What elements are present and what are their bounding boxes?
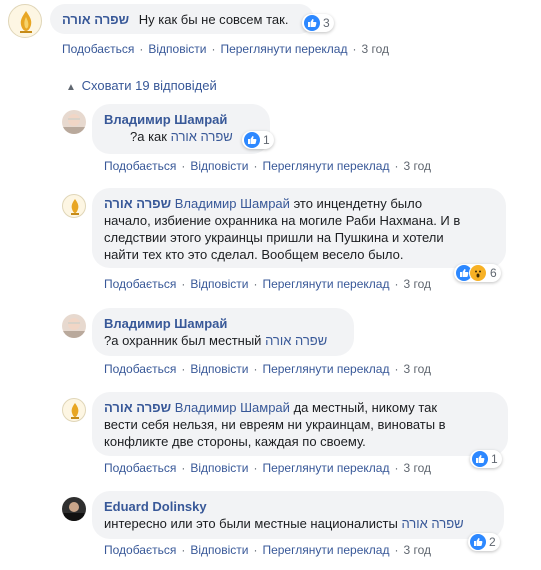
comment-actions: Подобається · Відповісти · Переглянути перек… — [104, 362, 432, 376]
reaction-summary[interactable]: 1 — [470, 450, 502, 468]
like-button[interactable]: Подобається — [104, 362, 176, 376]
reaction-count: 6 — [490, 266, 497, 280]
hide-replies-button[interactable]: ▲ Сховати 19 відповідей — [66, 78, 217, 93]
comment-author[interactable]: Eduard Dolinsky — [104, 498, 492, 515]
mention-link[interactable]: Владимир Шамрай — [175, 196, 290, 211]
comment-text-line: найти тех кто это сделал. Вообщем весело… — [104, 247, 404, 262]
mention-link[interactable]: שפרה אורה — [265, 333, 327, 348]
timestamp[interactable]: 3 год — [403, 543, 431, 557]
reaction-summary[interactable]: 1 — [242, 131, 274, 149]
timestamp[interactable]: 3 год — [403, 159, 431, 173]
translate-button[interactable]: Переглянути переклад — [262, 362, 389, 376]
comment-text: ?а охранник был местный — [104, 333, 262, 348]
hide-replies-label: Сховати 19 відповідей — [81, 78, 217, 93]
like-icon — [244, 132, 260, 148]
timestamp[interactable]: 3 год — [403, 362, 431, 376]
flame-logo-icon — [71, 199, 79, 215]
reply-button[interactable]: Відповісти — [190, 362, 248, 376]
avatar[interactable] — [62, 398, 86, 422]
comment-author[interactable]: שפרה אורה — [104, 400, 171, 415]
avatar[interactable] — [8, 4, 42, 38]
timestamp[interactable]: 3 год — [403, 461, 431, 475]
reaction-summary[interactable]: 6 — [454, 264, 501, 282]
comment-bubble: שפרה אורה Владимир Шамрай это инцендетну… — [92, 188, 506, 268]
reaction-count: 1 — [263, 133, 270, 147]
avatar[interactable] — [62, 110, 86, 134]
like-button[interactable]: Подобається — [104, 159, 176, 173]
like-icon — [304, 15, 320, 31]
reply-button[interactable]: Відповісти — [190, 461, 248, 475]
like-icon — [470, 534, 486, 550]
reaction-summary[interactable]: 3 — [302, 14, 334, 32]
reaction-count: 3 — [323, 16, 330, 30]
reply-button[interactable]: Відповісти — [190, 543, 248, 557]
comment-text: Ну как бы не совсем так. — [138, 12, 289, 27]
comment-text-line: вести себя нельзя, ни евреям ни украинца… — [104, 417, 446, 432]
reaction-summary[interactable]: 2 — [468, 533, 500, 551]
mention-link[interactable]: Владимир Шамрай — [175, 400, 290, 415]
avatar[interactable] — [62, 314, 86, 338]
like-button[interactable]: Подобається — [104, 461, 176, 475]
mention-link[interactable]: שפרה אורה — [171, 129, 233, 144]
flame-logo-icon — [20, 11, 32, 33]
reply-button[interactable]: Відповісти — [190, 277, 248, 291]
like-button[interactable]: Подобається — [104, 543, 176, 557]
timestamp[interactable]: 3 год — [361, 42, 389, 56]
comment-text: ?а как — [130, 129, 167, 144]
translate-button[interactable]: Переглянути переклад — [220, 42, 347, 56]
translate-button[interactable]: Переглянути переклад — [262, 277, 389, 291]
comment-thread: שפרה אורה Ну как бы не совсем так. 3 Под… — [0, 0, 541, 570]
comment-text: интересно или это были местные национали… — [104, 516, 398, 531]
like-icon — [472, 451, 488, 467]
reply-button[interactable]: Відповісти — [148, 42, 206, 56]
person-photo-icon — [62, 318, 86, 338]
comment-actions: Подобається · Відповісти · Переглянути перек… — [104, 461, 432, 475]
comment-bubble: Eduard Dolinsky интересно или это были м… — [92, 491, 504, 539]
comment-bubble: Владимир Шамрай ?а как שפרה אורה — [92, 104, 270, 154]
like-button[interactable]: Подобається — [104, 277, 176, 291]
comment-text-line: конфликте две стороны, каждая по своему. — [104, 434, 366, 449]
translate-button[interactable]: Переглянути переклад — [262, 461, 389, 475]
person-photo-icon — [62, 114, 86, 134]
comment-actions: Подобається · Відповісти · Переглянути перек… — [104, 543, 432, 557]
comment-author[interactable]: שפרה אורה — [104, 196, 171, 211]
comment-author[interactable]: Владимир Шамрай — [104, 315, 342, 332]
comment-author[interactable]: שפרה אורה — [62, 12, 129, 27]
comment-actions: Подобається · Відповісти · Переглянути перек… — [62, 42, 390, 56]
mention-link[interactable]: שפרה אורה — [401, 516, 463, 531]
wow-icon — [469, 264, 487, 282]
comment-actions: Подобається · Відповісти · Переглянути перек… — [104, 159, 432, 173]
comment-text-line: да местный, никому так — [293, 400, 438, 415]
like-button[interactable]: Подобається — [62, 42, 134, 56]
translate-button[interactable]: Переглянути переклад — [262, 543, 389, 557]
timestamp[interactable]: 3 год — [403, 277, 431, 291]
reaction-count: 2 — [489, 535, 496, 549]
translate-button[interactable]: Переглянути переклад — [262, 159, 389, 173]
comment-bubble: שפרה אורה Владимир Шамрай да местный, ни… — [92, 392, 508, 456]
comment-bubble: שפרה אורה Ну как бы не совсем так. — [50, 4, 314, 34]
comment-text-line: это инцендетну было — [293, 196, 423, 211]
chevron-up-icon: ▲ — [66, 82, 76, 93]
reaction-count: 1 — [491, 452, 498, 466]
comment-text-line: начало, избиение охранника на могиле Раб… — [104, 213, 461, 228]
avatar[interactable] — [62, 194, 86, 218]
comment-author[interactable]: Владимир Шамрай — [104, 111, 258, 128]
comment-actions: Подобається · Відповісти · Переглянути перек… — [104, 277, 432, 291]
person-photo-icon — [64, 502, 84, 521]
reply-button[interactable]: Відповісти — [190, 159, 248, 173]
avatar[interactable] — [62, 497, 86, 521]
comment-bubble: Владимир Шамрай ?а охранник был местный … — [92, 308, 354, 356]
flame-logo-icon — [71, 403, 79, 419]
comment-text-line: следствии этого украинцы пришли на Пушки… — [104, 230, 444, 245]
